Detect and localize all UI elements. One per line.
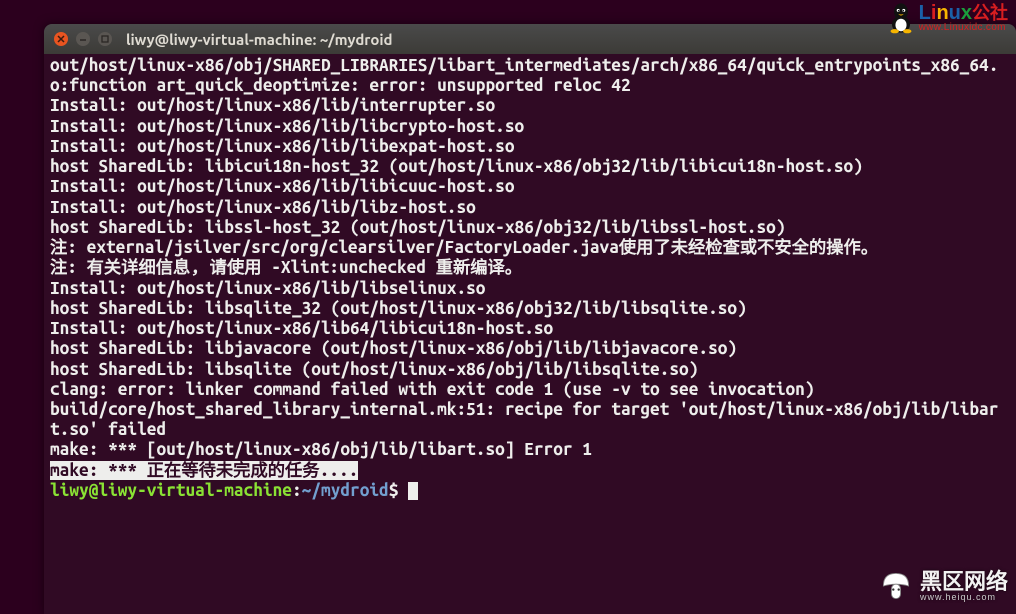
terminal-window: liwy@liwy-virtual-machine: ~/mydroid out… bbox=[44, 24, 1016, 614]
minimize-button[interactable] bbox=[76, 32, 90, 46]
output-line: Install: out/host/linux-x86/lib/libcrypt… bbox=[50, 117, 524, 136]
output-line: make: *** [out/host/linux-x86/obj/lib/li… bbox=[50, 440, 592, 459]
output-line: host SharedLib: libsqlite_32 (out/host/l… bbox=[50, 299, 747, 318]
mushroom-icon bbox=[878, 568, 914, 604]
close-button[interactable] bbox=[54, 32, 68, 46]
output-line: Install: out/host/linux-x86/lib/libexpat… bbox=[50, 137, 515, 156]
watermark-linuxidc-text: Linux公社 www.Linuxidc.com bbox=[919, 3, 1008, 33]
maximize-icon bbox=[101, 35, 109, 43]
output-line: host SharedLib: libicui18n-host_32 (out/… bbox=[50, 157, 863, 176]
watermark-brand: Linux公社 bbox=[919, 3, 1008, 23]
output-line: build/core/host_shared_library_internal.… bbox=[50, 400, 998, 439]
output-line: host SharedLib: libjavacore (out/host/li… bbox=[50, 339, 737, 358]
output-line: clang: error: linker command failed with… bbox=[50, 380, 815, 399]
selected-output-line: make: *** 正在等待未完成的任务.... bbox=[50, 461, 358, 480]
prompt-dollar: $ bbox=[389, 481, 399, 500]
output-line: out/host/linux-x86/obj/SHARED_LIBRARIES/… bbox=[50, 56, 998, 95]
output-line: Install: out/host/linux-x86/lib/libz-hos… bbox=[50, 198, 476, 217]
prompt-user-host: liwy@liwy-virtual-machine bbox=[50, 481, 292, 500]
output-line: Install: out/host/linux-x86/lib/interrup… bbox=[50, 96, 495, 115]
window-titlebar[interactable]: liwy@liwy-virtual-machine: ~/mydroid bbox=[44, 24, 1016, 54]
output-line: host SharedLib: libsqlite (out/host/linu… bbox=[50, 360, 698, 379]
terminal-output[interactable]: out/host/linux-x86/obj/SHARED_LIBRARIES/… bbox=[44, 54, 1016, 614]
output-line: Install: out/host/linux-x86/lib/libicuuc… bbox=[50, 177, 515, 196]
prompt-colon: : bbox=[292, 481, 302, 500]
window-title: liwy@liwy-virtual-machine: ~/mydroid bbox=[126, 31, 393, 48]
close-icon bbox=[57, 35, 65, 43]
watermark-linuxidc: Linux公社 www.Linuxidc.com bbox=[887, 2, 1008, 34]
maximize-button[interactable] bbox=[98, 32, 112, 46]
watermark-heiqu-text: 黑区网络 www.heiqu.com bbox=[920, 571, 1008, 602]
output-line: 注: 有关详细信息, 请使用 -Xlint:unchecked 重新编译。 bbox=[50, 258, 522, 277]
terminal-cursor bbox=[408, 482, 418, 500]
output-line: host SharedLib: libssl-host_32 (out/host… bbox=[50, 218, 786, 237]
output-line: Install: out/host/linux-x86/lib64/libicu… bbox=[50, 319, 553, 338]
watermark-heiqu-url: www.heiqu.com bbox=[920, 593, 1008, 602]
prompt-path: ~/mydroid bbox=[302, 481, 389, 500]
output-line: 注: external/jsilver/src/org/clearsilver/… bbox=[50, 238, 878, 257]
minimize-icon bbox=[79, 35, 87, 43]
output-line: Install: out/host/linux-x86/lib/libselin… bbox=[50, 279, 486, 298]
watermark-url: www.Linuxidc.com bbox=[919, 23, 1008, 33]
tux-icon bbox=[887, 2, 915, 34]
watermark-heiqu-brand: 黑区网络 bbox=[920, 571, 1008, 593]
watermark-heiqu: 黑区网络 www.heiqu.com bbox=[878, 568, 1008, 604]
